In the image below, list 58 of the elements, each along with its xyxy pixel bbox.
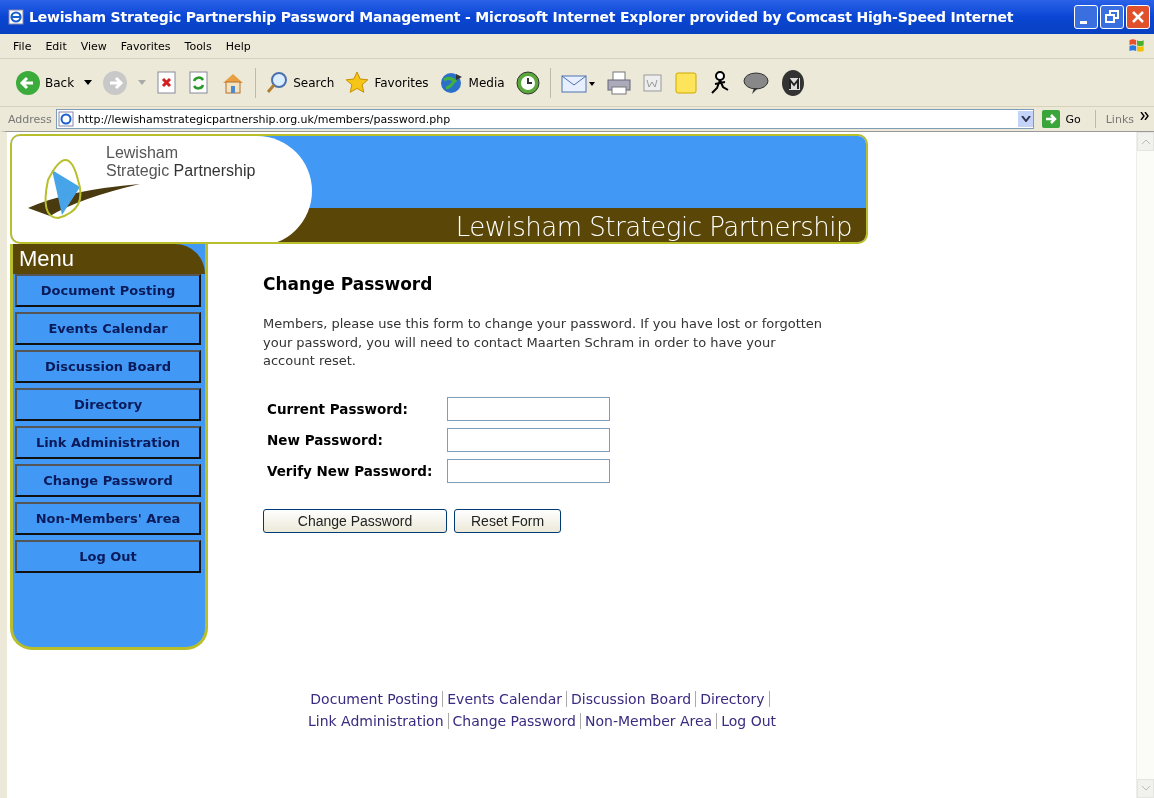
intro-text: Members, please use this form to change your password. If you have lost or forgotten your password, you will need to contact Maarten Schram in order to have your account reset. <box>263 315 823 370</box>
favorites-button[interactable]: Favorites <box>341 67 432 98</box>
arrow-icon <box>1042 110 1061 128</box>
field-label: Current Password: <box>267 400 409 417</box>
logo-text: Strategic Partnership <box>106 162 256 180</box>
window-title: Lewisham Strategic Partnership Password Management - Microsoft Internet Explorer provided by Comcast High-Speed Internet <box>29 9 1015 25</box>
submit-button[interactable]: Change Password <box>263 508 447 533</box>
sidebar-item[interactable]: Events Calendar <box>15 312 201 345</box>
back-button[interactable]: Back <box>12 67 78 98</box>
menu-item[interactable]: File <box>6 39 39 53</box>
field-label: Verify New Password: <box>267 462 434 479</box>
dropdown-arrow-icon[interactable] <box>84 79 93 86</box>
chevron-icon[interactable] <box>1140 112 1150 120</box>
go-button[interactable]: Go <box>1038 110 1096 128</box>
footer-link[interactable]: Log Out <box>721 713 777 729</box>
footer-link[interactable]: Document Posting <box>310 691 439 707</box>
sidebar-item[interactable]: Change Password <box>15 464 201 497</box>
footer-link[interactable]: Events Calendar <box>447 691 563 707</box>
menu-item[interactable]: Favorites <box>113 39 178 53</box>
sidebar-item[interactable]: Link Administration <box>15 426 201 459</box>
address-label: Address <box>8 112 52 126</box>
links-button[interactable]: Links <box>1105 112 1134 126</box>
menu-item[interactable]: View <box>73 39 114 53</box>
restore-button[interactable] <box>1100 5 1124 29</box>
sidebar-item[interactable]: Document Posting <box>15 274 201 307</box>
address-field[interactable]: http://lewishamstrategicpartnership.org.uk/members/password.php <box>55 109 1035 129</box>
menu-item[interactable]: Help <box>218 39 258 53</box>
media-button[interactable]: Media <box>435 67 508 98</box>
menu-item[interactable]: Tools <box>177 39 219 53</box>
page-heading: Change Password <box>263 274 434 294</box>
sidebar-item[interactable]: Directory <box>15 388 201 421</box>
banner-title: Lewisham Strategic Partnership <box>455 212 852 242</box>
footer-link[interactable]: Link Administration <box>307 713 444 729</box>
close-button[interactable] <box>1126 5 1150 29</box>
page-icon <box>57 111 74 127</box>
minimize-icon <box>1080 20 1087 24</box>
field-label: New Password: <box>267 431 384 448</box>
password-field[interactable] <box>447 427 610 452</box>
search-button[interactable]: Search <box>262 68 338 97</box>
dropdown-button[interactable] <box>1018 111 1034 127</box>
footer-link[interactable]: Directory <box>700 691 765 707</box>
menu-heading: Menu <box>13 244 205 274</box>
sidebar-item[interactable]: Discussion Board <box>15 350 201 383</box>
logo-text: Lewisham <box>106 144 180 162</box>
footer-link[interactable]: Discussion Board <box>571 691 692 707</box>
browser-icon <box>8 9 24 25</box>
sidebar-item[interactable]: Non-Members' Area <box>15 502 201 535</box>
password-field[interactable] <box>447 458 610 483</box>
minimize-button[interactable] <box>1074 5 1098 29</box>
sidebar-item[interactable]: Log Out <box>15 540 201 573</box>
menu-item[interactable]: Edit <box>38 39 74 53</box>
star-icon <box>344 69 371 96</box>
footer-link[interactable]: Change Password <box>452 713 576 729</box>
password-field[interactable] <box>447 396 610 421</box>
caret-icon <box>1020 116 1031 122</box>
reset-button[interactable]: Reset Form <box>454 508 562 533</box>
footer-link[interactable]: Non-Member Area <box>585 713 713 729</box>
search-icon <box>265 70 290 95</box>
